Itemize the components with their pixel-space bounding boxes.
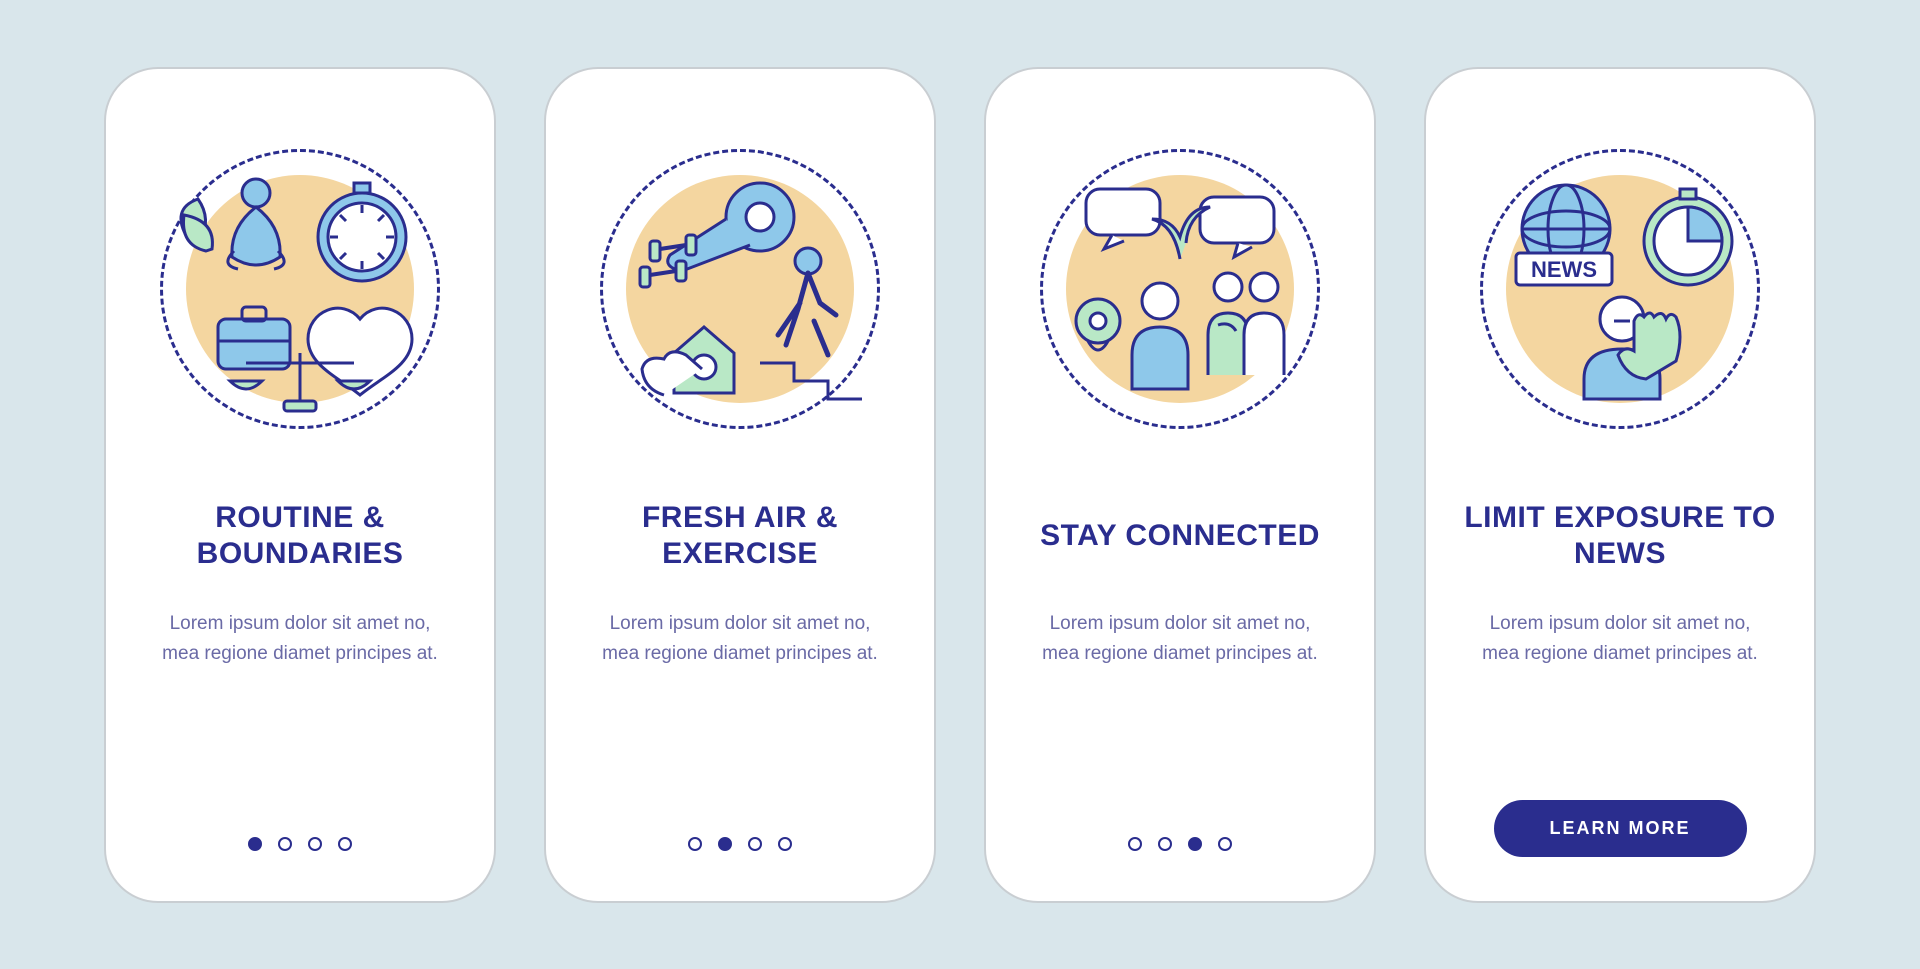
dot-1[interactable] xyxy=(1128,837,1142,851)
card-body: Lorem ipsum dolor sit amet no, mea regio… xyxy=(1470,609,1770,670)
card-body: Lorem ipsum dolor sit amet no, mea regio… xyxy=(150,609,450,670)
card-title: Fresh air & Exercise xyxy=(582,499,898,573)
card-body: Lorem ipsum dolor sit amet no, mea regio… xyxy=(590,609,890,670)
dot-3[interactable] xyxy=(1188,837,1202,851)
dot-2[interactable] xyxy=(278,837,292,851)
dot-4[interactable] xyxy=(338,837,352,851)
onboarding-card-news: NEWS Limit Exposure To News Lorem ipsum … xyxy=(1424,67,1816,903)
dot-2[interactable] xyxy=(1158,837,1172,851)
dot-3[interactable] xyxy=(308,837,322,851)
page-indicator xyxy=(688,837,792,857)
news-label-text: NEWS xyxy=(1531,257,1597,282)
limit-news-icon: NEWS xyxy=(1480,149,1760,429)
dot-4[interactable] xyxy=(1218,837,1232,851)
fresh-air-exercise-icon xyxy=(600,149,880,429)
onboarding-card-routine: Routine & Boundaries Lorem ipsum dolor s… xyxy=(104,67,496,903)
page-indicator xyxy=(248,837,352,857)
dot-2[interactable] xyxy=(718,837,732,851)
stay-connected-icon xyxy=(1040,149,1320,429)
page-indicator xyxy=(1128,837,1232,857)
dot-3[interactable] xyxy=(748,837,762,851)
routine-boundaries-icon xyxy=(160,149,440,429)
dot-4[interactable] xyxy=(778,837,792,851)
onboarding-card-exercise: Fresh air & Exercise Lorem ipsum dolor s… xyxy=(544,67,936,903)
card-title: Routine & Boundaries xyxy=(142,499,458,573)
onboarding-card-connected: Stay Connected Lorem ipsum dolor sit ame… xyxy=(984,67,1376,903)
card-title: Limit Exposure To News xyxy=(1462,499,1778,573)
dot-1[interactable] xyxy=(248,837,262,851)
learn-more-button[interactable]: LEARN MORE xyxy=(1494,800,1747,857)
card-body: Lorem ipsum dolor sit amet no, mea regio… xyxy=(1030,609,1330,670)
card-title: Stay Connected xyxy=(1040,499,1320,573)
dot-1[interactable] xyxy=(688,837,702,851)
